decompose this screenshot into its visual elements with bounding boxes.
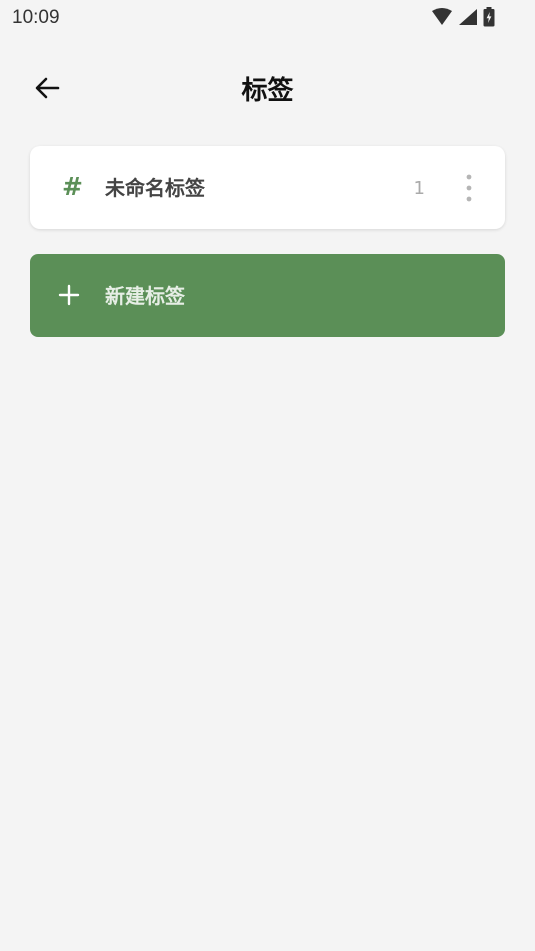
wifi-icon [432,8,452,25]
signal-icon [459,9,477,25]
page-title: 标签 [241,76,294,106]
tag-count: 1 [413,178,425,199]
battery-icon [483,7,495,27]
more-vertical-icon [466,174,472,202]
hash-icon: # [62,172,83,201]
more-options-button[interactable] [457,172,481,204]
tag-name: 未命名标签 [105,176,205,200]
status-icons [431,6,495,28]
tag-item[interactable]: # 未命名标签 1 [30,146,505,229]
app-header: 标签 [0,58,535,116]
plus-icon [58,284,80,306]
new-tag-label: 新建标签 [105,284,185,308]
status-time: 10:09 [12,7,60,28]
status-bar: 10:09 [0,0,535,36]
new-tag-button[interactable]: 新建标签 [30,254,505,337]
